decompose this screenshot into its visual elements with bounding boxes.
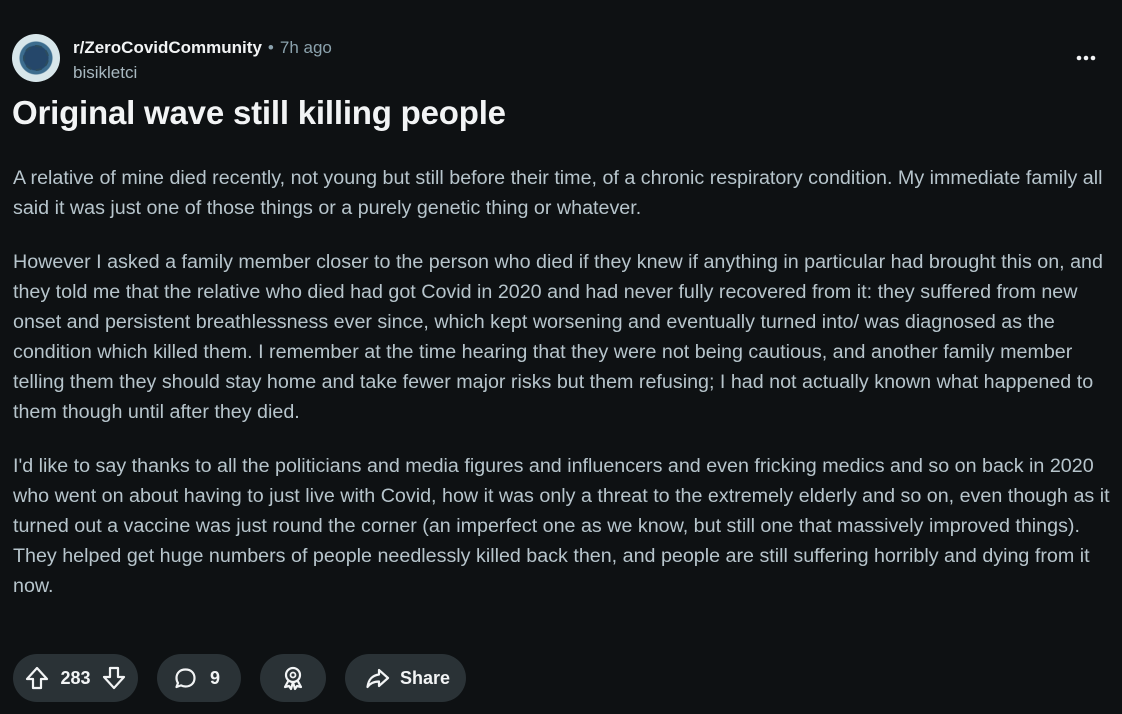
post-time: 7h ago <box>279 38 332 57</box>
post-meta: r/ZeroCovidCommunity • 7h ago bisikletci <box>73 38 332 83</box>
subreddit-link[interactable]: r/ZeroCovidCommunity <box>73 38 262 58</box>
vote-count: 283 <box>60 667 91 688</box>
more-options-button[interactable] <box>1076 48 1096 68</box>
arrow-down-icon <box>101 665 127 691</box>
award-button[interactable] <box>260 654 326 702</box>
more-horizontal-icon <box>1076 55 1096 61</box>
subreddit-avatar[interactable] <box>12 34 60 82</box>
award-icon <box>280 665 306 691</box>
share-button[interactable]: Share <box>345 654 466 702</box>
vote-control: 283 <box>13 654 138 702</box>
post-header: r/ZeroCovidCommunity • 7h ago bisikletci <box>12 34 332 83</box>
post-meta-line: r/ZeroCovidCommunity • 7h ago <box>73 38 332 58</box>
upvote-button[interactable] <box>24 665 50 691</box>
comment-bubble-icon <box>173 666 198 691</box>
share-arrow-icon <box>365 666 390 691</box>
share-label: Share <box>400 667 451 688</box>
comment-count: 9 <box>210 667 221 688</box>
downvote-button[interactable] <box>101 665 127 691</box>
post-paragraph: I'd like to say thanks to all the politi… <box>13 455 1110 597</box>
post-paragraph: A relative of mine died recently, not yo… <box>13 167 1103 219</box>
post-paragraph: However I asked a family member closer t… <box>13 251 1103 423</box>
post-author-link[interactable]: bisikletci <box>73 63 332 83</box>
comments-button[interactable]: 9 <box>157 654 241 702</box>
arrow-up-icon <box>24 665 50 691</box>
reddit-post: r/ZeroCovidCommunity • 7h ago bisikletci… <box>0 0 1122 714</box>
post-actions: 283 9 Share <box>13 654 466 702</box>
meta-separator: • <box>267 38 274 57</box>
post-body: A relative of mine died recently, not yo… <box>13 163 1110 625</box>
post-title: Original wave still killing people <box>12 94 506 131</box>
